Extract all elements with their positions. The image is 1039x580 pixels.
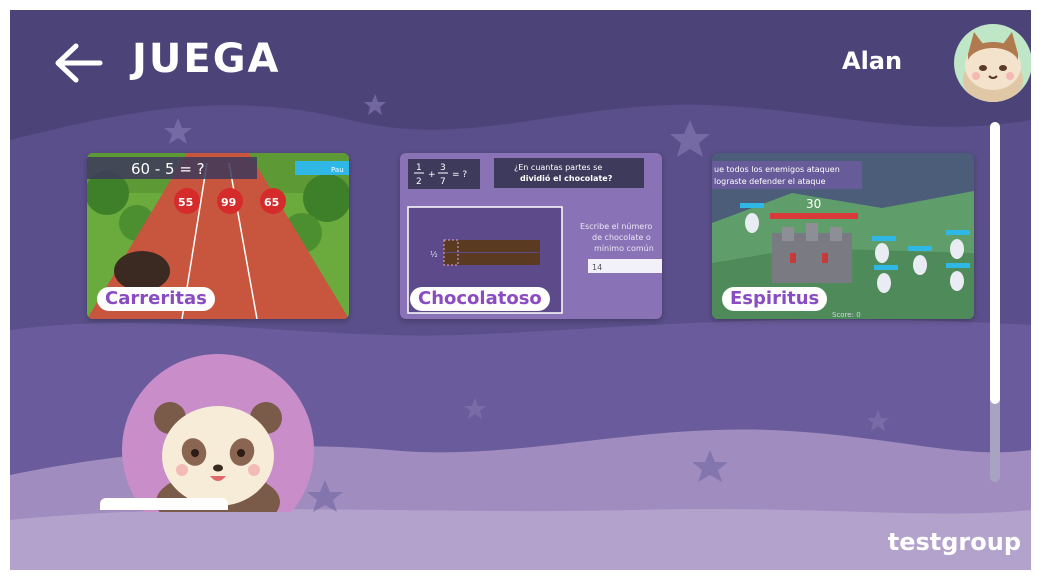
carreritas-question: 60 - 5 = ? bbox=[131, 160, 205, 178]
svg-text:Escribe el número: Escribe el número bbox=[580, 222, 652, 231]
avatar-card-label bbox=[100, 498, 228, 510]
svg-text:de chocolate o: de chocolate o bbox=[592, 233, 651, 242]
svg-text:½: ½ bbox=[430, 250, 438, 259]
carreritas-pause: Pau bbox=[331, 166, 344, 174]
castle bbox=[772, 223, 852, 283]
svg-text:dividió el chocolate?: dividió el chocolate? bbox=[520, 173, 613, 183]
svg-text:3: 3 bbox=[440, 163, 446, 173]
svg-text:mínimo común: mínimo común bbox=[594, 244, 654, 253]
carreritas-option: 55 bbox=[178, 196, 193, 209]
svg-text:= ?: = ? bbox=[452, 170, 467, 180]
avatar-card-panda[interactable] bbox=[120, 352, 316, 512]
game-card-carreritas[interactable]: 60 - 5 = ? Pau 55 99 65 Carreritas bbox=[87, 153, 349, 319]
svg-text:30: 30 bbox=[806, 197, 821, 211]
back-button[interactable] bbox=[52, 40, 104, 86]
game-menu-screen: JUEGA Alan 60 - 5 = ? Pau 55 99 65 Carre… bbox=[10, 10, 1031, 570]
carreritas-option-apple: 99 bbox=[217, 188, 243, 214]
game-card-chocolatoso[interactable]: 1 2 + 3 7 = ? ¿En cuantas partes se divi… bbox=[400, 153, 662, 319]
scrollbar-thumb[interactable] bbox=[990, 122, 1000, 404]
svg-text:1: 1 bbox=[416, 163, 422, 173]
carreritas-option-apple: 65 bbox=[260, 188, 286, 214]
cat-avatar-icon bbox=[963, 32, 1023, 102]
svg-text:2: 2 bbox=[416, 177, 422, 187]
user-name: Alan bbox=[842, 47, 903, 75]
group-name: testgroup bbox=[887, 528, 1021, 556]
svg-text:Score: 0: Score: 0 bbox=[832, 311, 861, 319]
game-card-espiritus[interactable]: ue todos los enemigos ataquen lograste d… bbox=[712, 153, 974, 319]
game-card-label: Chocolatoso bbox=[410, 287, 550, 311]
svg-text:7: 7 bbox=[440, 177, 446, 187]
background-wave-band bbox=[10, 508, 1031, 570]
svg-text:¿En cuantas partes se: ¿En cuantas partes se bbox=[514, 163, 602, 172]
arrow-left-icon bbox=[55, 43, 103, 83]
svg-text:ue todos los enemigos ataquen: ue todos los enemigos ataquen bbox=[714, 165, 840, 174]
carreritas-option-apple: 55 bbox=[174, 188, 200, 214]
game-card-label: Espiritus bbox=[722, 287, 828, 311]
svg-text:14: 14 bbox=[592, 263, 602, 272]
svg-text:+: + bbox=[428, 170, 436, 180]
game-card-label: Carreritas bbox=[97, 287, 215, 311]
user-avatar[interactable] bbox=[954, 24, 1031, 102]
carreritas-option: 99 bbox=[221, 196, 236, 209]
page-title: JUEGA bbox=[132, 36, 281, 82]
panda-avatar-icon bbox=[122, 354, 314, 512]
carreritas-option: 65 bbox=[264, 196, 279, 209]
background-star-icon bbox=[364, 94, 386, 115]
svg-text:lograste defender el ataque: lograste defender el ataque bbox=[714, 177, 826, 186]
